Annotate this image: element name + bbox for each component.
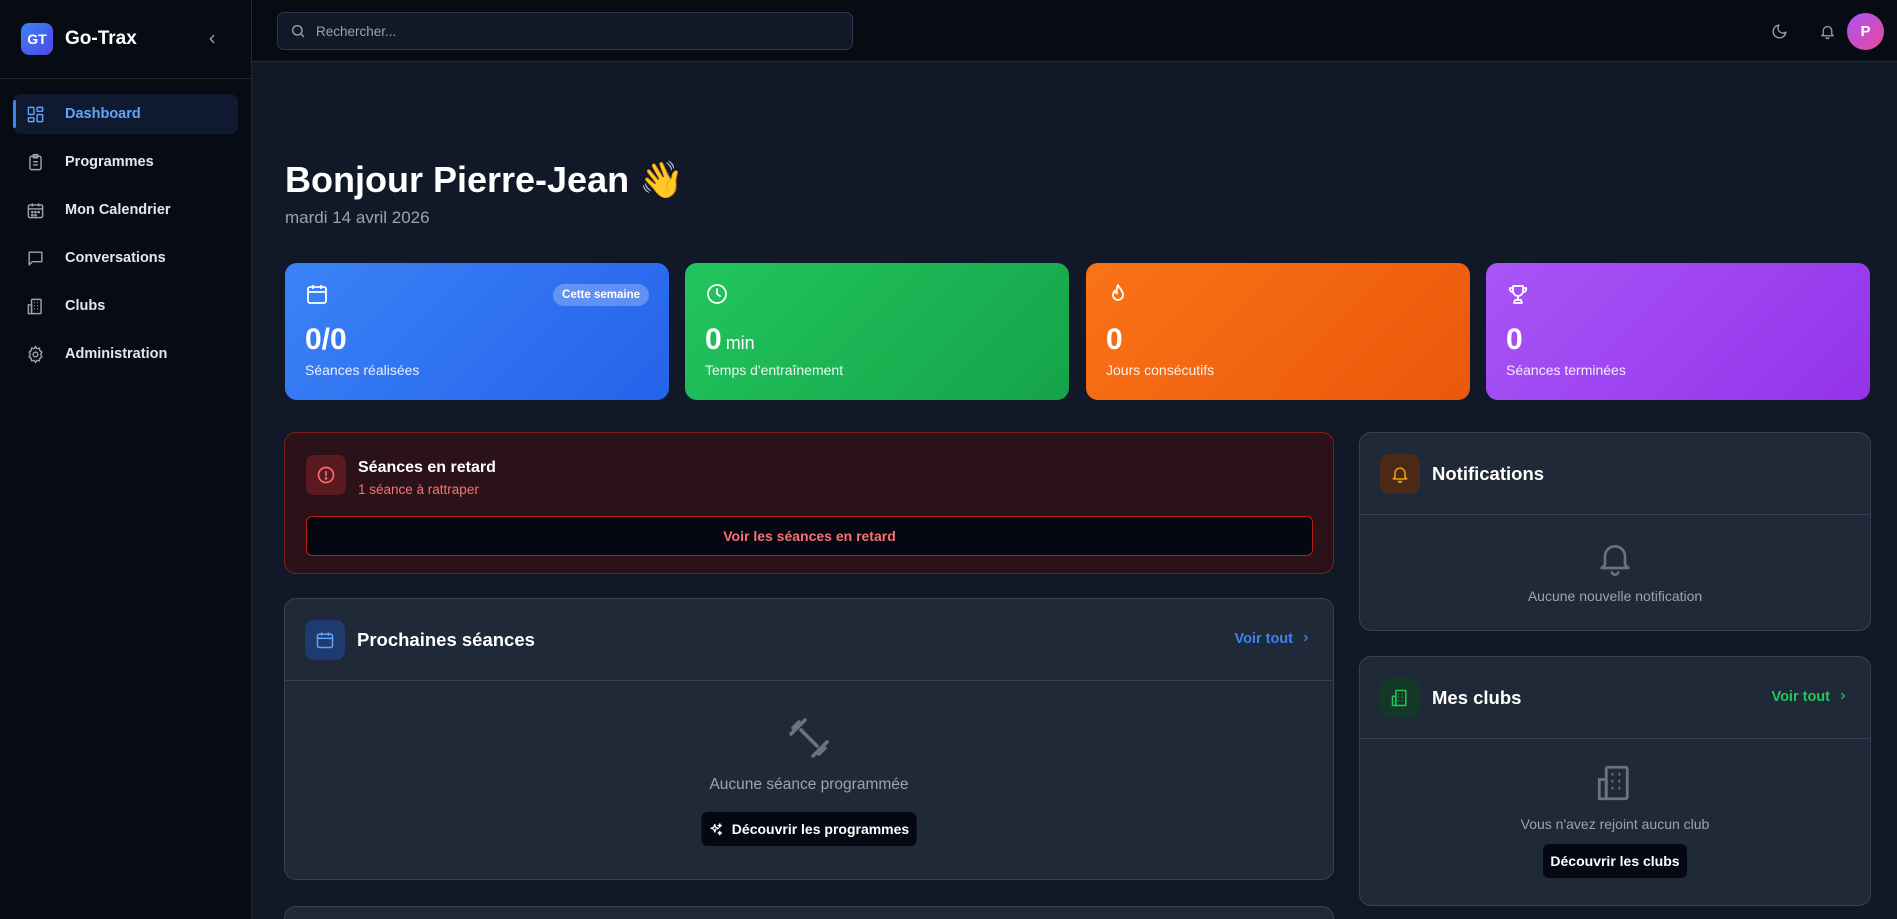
card-header: Mes clubs Voir tout xyxy=(1360,657,1870,739)
sidebar-item-clubs[interactable]: Clubs xyxy=(13,286,238,326)
building-icon xyxy=(1380,678,1420,718)
moon-icon[interactable] xyxy=(1768,20,1790,42)
stat-card-sessions-completed: 0 Séances terminées xyxy=(1486,263,1870,400)
stat-value: 0 min xyxy=(705,323,755,357)
stat-unit: min xyxy=(725,333,755,353)
clipboard-icon xyxy=(25,152,45,172)
bell-icon xyxy=(1595,538,1635,583)
dumbbell-icon xyxy=(785,714,833,767)
stat-value: 0/0 xyxy=(305,323,347,357)
card-header: Notifications xyxy=(1360,433,1870,515)
alert-title: Séances en retard xyxy=(358,459,496,476)
sidebar-item-label: Programmes xyxy=(65,154,154,170)
empty-state-text: Vous n'avez rejoint aucun club xyxy=(1520,816,1710,832)
sidebar-item-mon-calendrier[interactable]: Mon Calendrier xyxy=(13,190,238,230)
calendar-icon xyxy=(305,620,345,660)
current-date: mardi 14 avril 2026 xyxy=(285,208,430,227)
calendar-icon xyxy=(25,200,45,220)
stat-label: Temps d'entraînement xyxy=(705,362,844,378)
stat-label: Jours consécutifs xyxy=(1106,362,1215,378)
sidebar-item-label: Conversations xyxy=(65,250,166,266)
main-content: Bonjour Pierre-Jean 👋 mardi 14 avril 202… xyxy=(252,62,1897,919)
sidebar-item-dashboard[interactable]: Dashboard xyxy=(13,94,238,134)
building-icon xyxy=(25,296,45,316)
status-badge: Cette semaine xyxy=(553,284,649,306)
collapse-sidebar-chevron-left-icon[interactable] xyxy=(203,30,221,48)
page-title: Bonjour Pierre-Jean 👋 xyxy=(285,159,684,200)
chevron-right-icon xyxy=(1301,632,1311,646)
stat-card-streak: 0 Jours consécutifs xyxy=(1086,263,1470,400)
sidebar-item-conversations[interactable]: Conversations xyxy=(13,238,238,278)
sparkles-icon xyxy=(709,822,724,837)
sidebar-item-label: Clubs xyxy=(65,298,106,314)
stat-number: 0 xyxy=(1106,323,1123,356)
alert-subtitle: 1 séance à rattraper xyxy=(358,482,479,497)
clock-icon xyxy=(705,284,729,310)
building-icon xyxy=(1594,762,1636,809)
card-title: Prochaines séances xyxy=(357,629,535,650)
see-all-label: Voir tout xyxy=(1234,631,1293,647)
discover-clubs-button[interactable]: Découvrir les clubs xyxy=(1543,844,1687,878)
stat-number: 0 xyxy=(705,323,722,356)
dashboard-icon xyxy=(25,104,45,124)
search-box[interactable] xyxy=(277,12,853,50)
alert-circle-icon xyxy=(306,455,346,495)
card-title: Notifications xyxy=(1432,463,1545,484)
sidebar-item-label: Administration xyxy=(65,346,168,362)
empty-state-text: Aucune nouvelle notification xyxy=(1527,588,1703,604)
view-overdue-button[interactable]: Voir les séances en retard xyxy=(306,516,1313,556)
my-clubs-card: Mes clubs Voir tout Vous n'avez rejoint … xyxy=(1359,656,1871,906)
stat-label: Séances terminées xyxy=(1506,362,1626,378)
brand-logo[interactable]: GT xyxy=(21,23,53,55)
empty-state-text: Aucune séance programmée xyxy=(709,776,909,793)
topbar: P xyxy=(252,0,1897,62)
sidebar-item-programmes[interactable]: Programmes xyxy=(13,142,238,182)
sidebar-item-label: Mon Calendrier xyxy=(65,202,171,218)
chat-icon xyxy=(25,248,45,268)
upcoming-sessions-card: Prochaines séances Voir tout Aucune séan… xyxy=(284,598,1334,880)
avatar[interactable]: P xyxy=(1847,13,1884,50)
gear-icon xyxy=(25,344,45,364)
stat-card-training-time: 0 min Temps d'entraînement xyxy=(685,263,1069,400)
search-input[interactable] xyxy=(316,23,816,39)
stat-card-sessions-done: Cette semaine 0/0 Séances réalisées xyxy=(285,263,669,400)
stat-value: 0 xyxy=(1506,323,1523,357)
search-icon xyxy=(290,23,306,39)
button-label: Découvrir les programmes xyxy=(731,821,910,837)
overdue-sessions-alert: Séances en retard 1 séance à rattraper V… xyxy=(284,432,1334,574)
sidebar-item-administration[interactable]: Administration xyxy=(13,334,238,374)
flame-icon xyxy=(1106,284,1130,310)
chevron-right-icon xyxy=(1838,690,1848,704)
stat-value: 0 xyxy=(1106,323,1123,357)
see-all-link[interactable]: Voir tout xyxy=(1234,631,1311,647)
card-title: Mes clubs xyxy=(1432,687,1522,708)
discover-programs-button[interactable]: Découvrir les programmes xyxy=(701,812,917,846)
trophy-icon xyxy=(1506,285,1530,310)
see-all-link[interactable]: Voir tout xyxy=(1771,689,1848,705)
see-all-label: Voir tout xyxy=(1771,689,1830,705)
card-header: Prochaines séances Voir tout xyxy=(285,599,1333,681)
next-card-partial xyxy=(284,906,1334,919)
stat-number: 0 xyxy=(1506,323,1523,356)
brand: GT Go-Trax xyxy=(0,0,251,79)
stat-number: 0/0 xyxy=(305,323,347,356)
stat-label: Séances réalisées xyxy=(305,362,420,378)
sidebar-item-label: Dashboard xyxy=(65,106,141,122)
bell-icon xyxy=(1380,454,1420,494)
brand-name[interactable]: Go-Trax xyxy=(65,28,137,50)
sidebar-nav: Dashboard Programmes Mon Calendrier Conv… xyxy=(0,79,251,374)
notifications-card: Notifications Aucune nouvelle notificati… xyxy=(1359,432,1871,631)
bell-icon[interactable] xyxy=(1816,20,1838,42)
sidebar: GT Go-Trax Dashboard Programmes Mon Cale… xyxy=(0,0,252,919)
calendar-icon xyxy=(305,285,329,310)
